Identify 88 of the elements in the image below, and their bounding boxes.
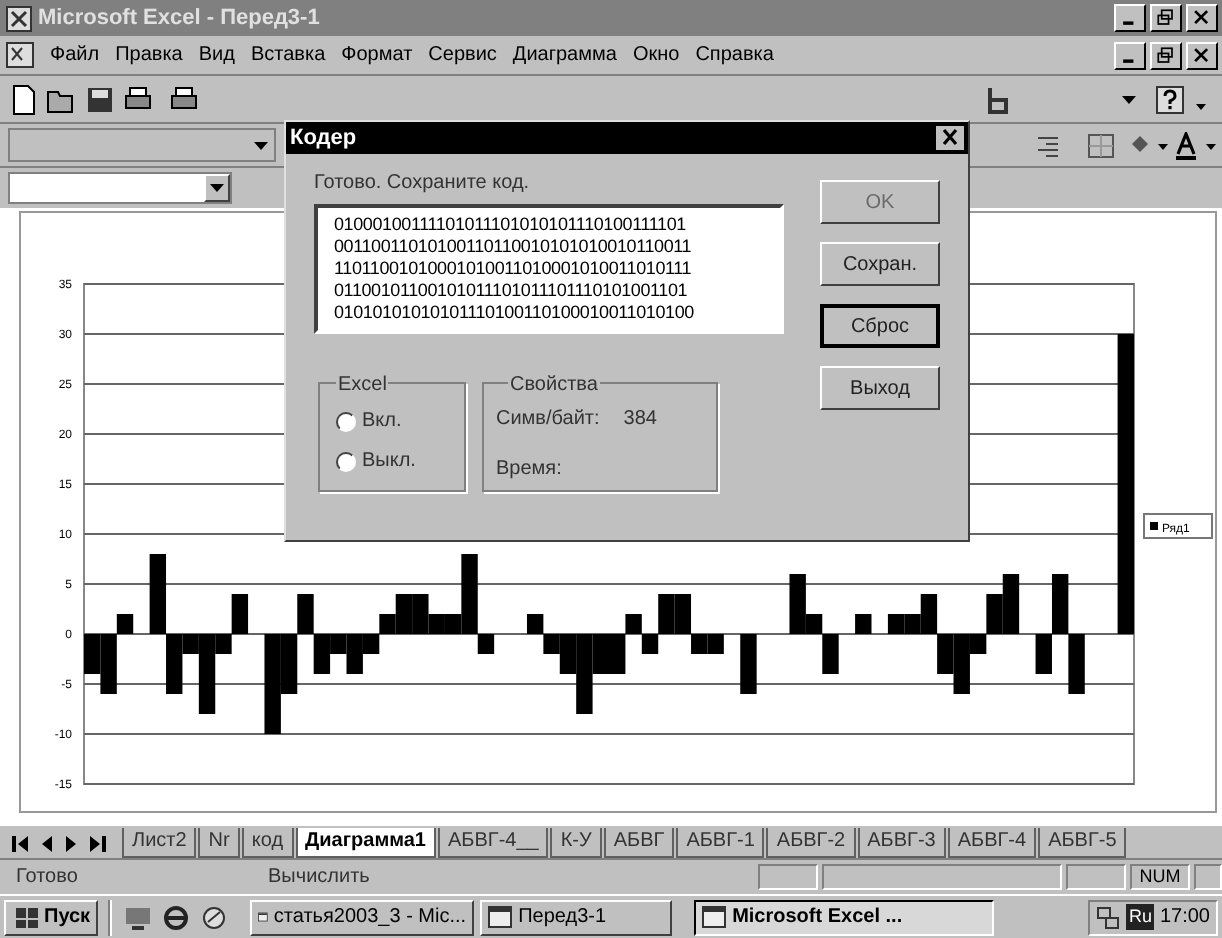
sheet-tab[interactable]: АБВГ: [603, 828, 675, 858]
taskbar-button[interactable]: Microsoft Excel ...: [694, 899, 995, 935]
menu-item[interactable]: Сервис: [428, 40, 497, 70]
bar: [707, 634, 724, 654]
taskbar-button[interactable]: статья2003_3 - Mic...: [250, 899, 475, 935]
browser-icon[interactable]: [160, 903, 193, 931]
scroll-first-icon[interactable]: [8, 830, 32, 858]
printer-icon[interactable]: [122, 83, 154, 115]
name-box[interactable]: [8, 172, 232, 204]
close-icon[interactable]: [1186, 41, 1218, 69]
clock: 17:00: [1159, 904, 1210, 932]
windows-logo-icon: [12, 905, 40, 929]
property-label: Симв/байт:: [496, 406, 600, 434]
status-text: Готово: [16, 864, 80, 892]
font-color-icon[interactable]: [1174, 131, 1222, 159]
radio-label: Выкл.: [362, 448, 416, 476]
dropdown-arrow-icon: [254, 141, 268, 149]
menu-item[interactable]: Файл: [50, 40, 100, 70]
sheet-tab[interactable]: Диаграмма1: [295, 828, 436, 858]
code-line: 01000100111101011101010101110100111101: [334, 214, 688, 236]
dialog-title: Кодер: [290, 123, 357, 154]
code-line: 01010101010101110100110100010011010100: [334, 302, 696, 324]
minimize-icon[interactable]: [1114, 4, 1146, 32]
new-document-icon[interactable]: [8, 83, 40, 115]
num-lock-indicator: NUM: [1130, 864, 1190, 890]
taskbar-button[interactable]: Перед3-1: [480, 899, 673, 935]
menu-item[interactable]: Вид: [198, 40, 235, 70]
close-icon[interactable]: [936, 126, 964, 150]
sheet-tab[interactable]: Лист2: [122, 828, 197, 858]
sheet-tab[interactable]: К-У: [550, 828, 602, 858]
status-panel: [1066, 864, 1126, 890]
window-title: Microsoft Excel - Перед3-1: [38, 3, 320, 34]
sheet-tab[interactable]: АБВГ-1: [676, 828, 765, 858]
legend-box: [1143, 513, 1213, 539]
radio-option[interactable]: Выкл.: [336, 446, 464, 476]
radio-button[interactable]: [336, 451, 356, 471]
printer-icon[interactable]: [168, 83, 200, 115]
save-icon[interactable]: [84, 83, 116, 115]
scroll-last-icon[interactable]: [86, 830, 110, 858]
property-value: 384: [623, 406, 657, 434]
borders-icon[interactable]: [1086, 131, 1118, 159]
sheet-tab[interactable]: код: [241, 828, 294, 858]
legend-swatch: [1150, 522, 1158, 530]
code-line: 01100101100101011101011101110101001101: [334, 280, 690, 302]
code-line: 11011001010001010011010001010011010111: [334, 258, 694, 280]
language-indicator[interactable]: Ru: [1126, 903, 1154, 931]
window-icon: [488, 906, 513, 928]
radio-option[interactable]: Вкл.: [336, 406, 464, 436]
bar: [855, 614, 872, 634]
desktop-icon[interactable]: [122, 903, 155, 931]
restore-icon[interactable]: [1150, 4, 1182, 32]
status-panel: [1194, 864, 1222, 890]
sheet-tab[interactable]: АБВГ-4__: [438, 828, 549, 858]
menu-item[interactable]: Формат: [341, 40, 413, 70]
dialog-button[interactable]: Сброс: [820, 304, 940, 348]
menu-item[interactable]: Окно: [632, 40, 680, 70]
close-icon[interactable]: [1186, 4, 1218, 32]
minimize-icon[interactable]: [1114, 41, 1146, 69]
dropdown-arrow-icon: [1122, 95, 1136, 103]
dialog-button[interactable]: Выход: [820, 366, 940, 410]
dialog-button[interactable]: Сохран.: [820, 242, 940, 286]
status-panel: [758, 864, 818, 890]
code-line: 00110011010100110110010101010010110011: [334, 236, 694, 258]
sheet-tab[interactable]: АБВГ-4: [947, 828, 1037, 858]
window-icon: [258, 906, 268, 928]
bar: [740, 634, 757, 694]
align-right-icon[interactable]: [1034, 131, 1062, 159]
dropdown-arrow-icon[interactable]: [210, 184, 224, 192]
network-icon[interactable]: [1096, 905, 1121, 929]
menu-item[interactable]: Правка: [115, 40, 183, 70]
menu-item[interactable]: Вставка: [250, 40, 326, 70]
start-button[interactable]: Пуск: [4, 899, 99, 935]
sheet-tab[interactable]: Nr: [198, 828, 240, 858]
status-message: Готово. Сохраните код.: [314, 170, 532, 198]
sheet-tab[interactable]: АБВГ-2: [766, 828, 856, 858]
sheet-tab[interactable]: АБВГ-3: [857, 828, 946, 858]
menu-item[interactable]: Диаграмма: [512, 40, 617, 70]
property-label: Время:: [496, 456, 562, 484]
help-icon[interactable]: [1154, 83, 1186, 115]
radio-label: Вкл.: [362, 408, 402, 436]
radio-button[interactable]: [336, 411, 356, 431]
sheet-tab[interactable]: АБВГ-5: [1038, 828, 1127, 858]
status-text: Вычислить: [268, 864, 370, 892]
menu-item[interactable]: Справка: [695, 40, 774, 70]
window-icon: [702, 906, 727, 928]
app-icon: [6, 5, 32, 31]
bar: [1068, 634, 1085, 694]
restore-icon[interactable]: [1150, 41, 1182, 69]
